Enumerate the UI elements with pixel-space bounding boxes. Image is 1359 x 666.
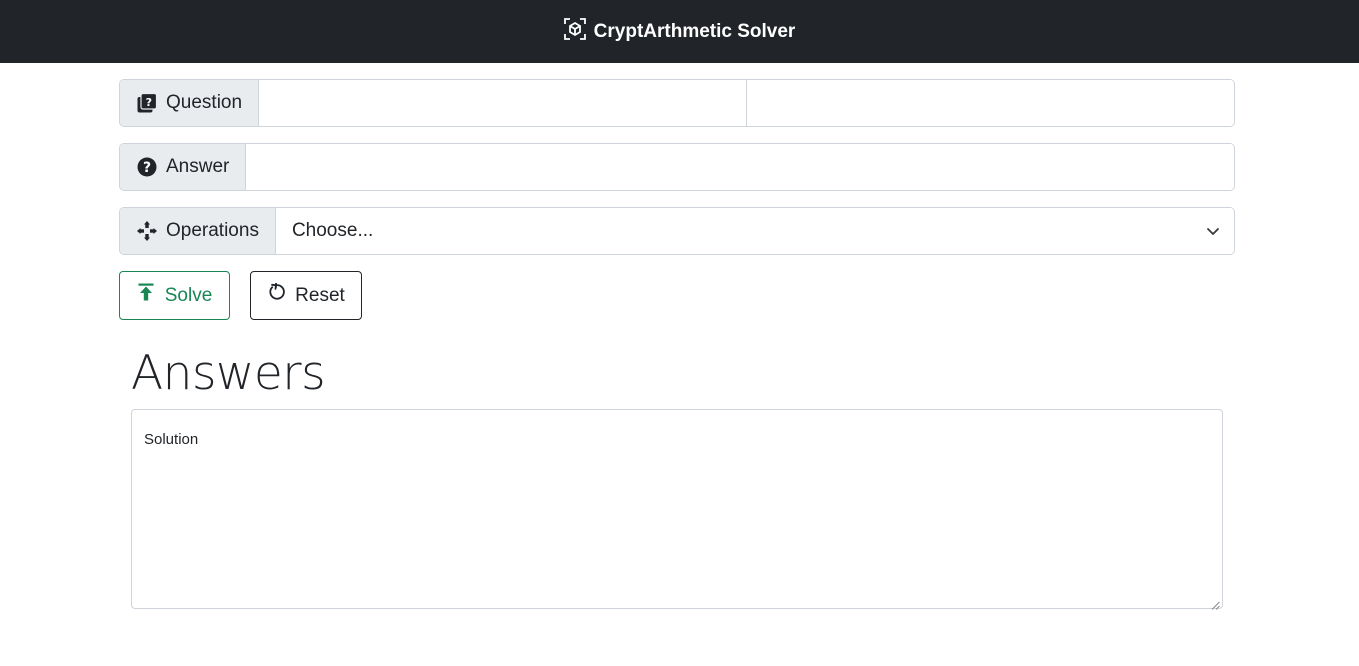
answer-input-group: ? Answer [119,143,1235,191]
resize-handle-icon[interactable] [1211,597,1220,610]
svg-text:?: ? [143,160,151,176]
reset-button-label: Reset [295,284,345,306]
brand[interactable]: CryptArthmetic Solver [563,17,796,43]
solution-textarea[interactable]: Solution [131,409,1223,610]
question-label: ? Question [120,80,260,126]
svg-text:?: ? [146,96,152,109]
arrows-move-icon [137,221,157,241]
app-title: CryptArthmetic Solver [593,20,796,42]
arrow-bar-up-icon [137,283,155,301]
operations-label: Operations [120,208,276,254]
question-right-input[interactable] [746,80,1234,126]
solve-button-label: Solve [164,284,213,306]
navbar: CryptArthmetic Solver [0,0,1359,63]
answers-heading: Answers [131,346,326,401]
chevron-down-icon [1206,224,1220,238]
solve-button[interactable]: Solve [119,271,230,320]
arrow-counterclockwise-icon [267,282,285,301]
reset-button[interactable]: Reset [250,271,362,320]
question-square-icon: ? [137,93,157,113]
operations-select[interactable]: Choose... [275,208,1234,254]
question-circle-icon: ? [137,157,157,177]
answer-input[interactable] [246,144,1234,190]
box-icon [563,17,586,40]
answer-label-text: Answer [166,156,230,177]
question-input-group: ? Question [119,79,1235,127]
operations-select-group: Operations Choose... [119,207,1235,255]
operations-selected-value: Choose... [291,220,374,241]
answer-label: ? Answer [120,144,247,190]
question-label-text: Question [166,92,243,113]
operations-label-text: Operations [166,220,259,241]
solution-placeholder: Solution [144,431,199,448]
question-left-input[interactable] [259,80,747,126]
